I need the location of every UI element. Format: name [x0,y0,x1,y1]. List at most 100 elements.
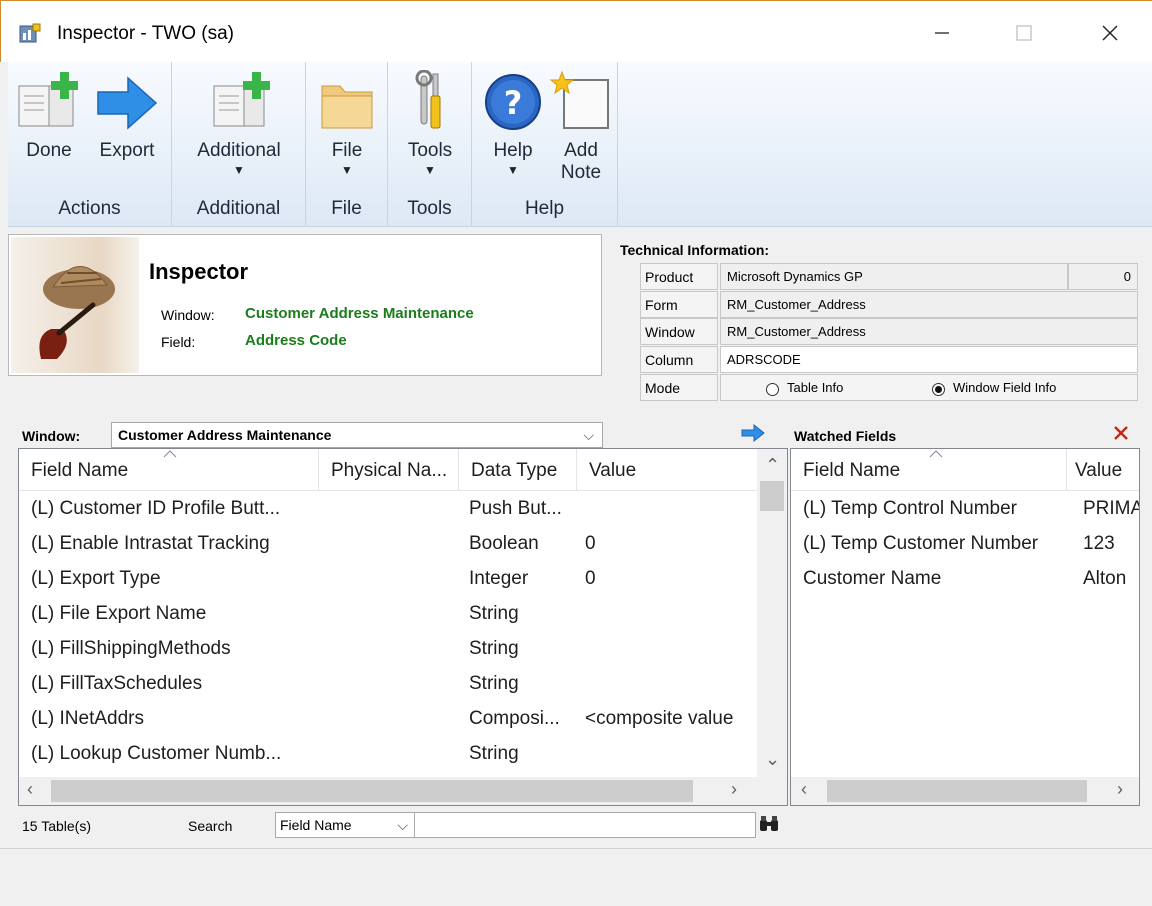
scroll-thumb[interactable] [827,780,1087,802]
scroll-right-icon[interactable]: › [731,779,737,800]
search-input[interactable] [414,812,756,838]
watch-field-button[interactable] [740,423,766,448]
table-row[interactable]: (L) Enable Intrastat Tracking Boolean 0 [19,526,757,561]
value-cell [585,491,757,526]
window-field-info-radio[interactable] [931,380,946,405]
column-header-data-type[interactable]: Data Type [459,449,577,491]
tools-icon [415,70,441,129]
search-by-value: Field Name [280,817,352,833]
watched-row[interactable]: (L) Temp Customer Number 123 [791,526,1139,561]
table-row[interactable]: (L) Customer ID Profile Butt... Push But… [19,491,757,526]
inspector-info-panel: Inspector Window: Customer Address Maint… [8,234,602,376]
maximize-button[interactable] [1001,15,1047,55]
scroll-up-icon[interactable]: ⌃ [765,455,780,476]
tech-row-product: Product Microsoft Dynamics GP 0 [640,263,1140,290]
watched-value-cell: PRIMA [1083,498,1139,519]
scroll-left-icon[interactable]: ‹ [801,779,807,800]
done-button[interactable]: Done [16,70,82,162]
field-name-cell: (L) Lookup Customer Numb... [31,743,282,764]
scroll-right-icon[interactable]: › [1117,779,1123,800]
file-label: File [331,140,363,161]
data-type-cell: String [469,638,519,659]
find-button[interactable] [758,814,780,839]
chevron-down-icon: ▼ [233,163,245,177]
watched-row[interactable]: Customer Name Alton [791,561,1139,596]
tech-row-mode: Mode Table Info Window Field Info [640,374,1140,401]
close-window-button[interactable] [1087,15,1133,55]
scroll-left-icon[interactable]: ‹ [27,779,33,800]
vertical-scrollbar[interactable]: ⌃ ⌄ [757,449,787,779]
minimize-button[interactable] [919,15,965,55]
value-cell: <composite value [585,708,734,729]
add-note-button[interactable]: Add Note [548,70,614,184]
horizontal-scrollbar[interactable]: ‹ › [19,777,787,805]
detective-image [11,237,139,373]
export-button[interactable]: Export [92,70,162,162]
fields-grid[interactable]: Field Name Physical Na... Data Type Valu… [18,448,788,806]
watched-horizontal-scrollbar[interactable]: ‹ › [791,777,1139,805]
field-name-value: Address Code [245,332,347,349]
table-row[interactable]: (L) INetAddrs Composi... <composite valu… [19,701,757,736]
watched-field-name-cell: Customer Name [803,568,942,589]
field-name-cell: (L) FillTaxSchedules [31,673,203,694]
table-info-radio[interactable] [765,380,780,405]
chevron-down-icon: ▼ [424,163,436,177]
watched-fields-grid[interactable]: Field Name Value (L) Temp Control Number… [790,448,1140,806]
help-button[interactable]: ? Help ▼ [480,70,546,176]
window-select-dropdown[interactable]: Customer Address Maintenance ⌵ [111,422,603,448]
ribbon-group-label-additional: Additional [196,198,281,219]
watched-value-cell: 123 [1083,533,1115,554]
file-button[interactable]: File ▼ [314,70,380,176]
watched-column-header-value[interactable]: Value [1067,449,1139,491]
window-select-label: Window: [22,428,81,444]
svg-text:?: ? [504,84,523,122]
field-name-cell: (L) Enable Intrastat Tracking [31,533,270,554]
ribbon: Done Export Actions Additional ▼ Additio… [8,62,1152,227]
column-header-value[interactable]: Value [577,449,759,491]
mode-label: Mode [640,374,718,401]
form-label: Form [640,291,718,318]
search-by-dropdown[interactable]: Field Name ⌵ [275,812,415,838]
ribbon-group-actions: Done Export Actions [8,62,172,227]
window-title: Inspector - TWO (sa) [57,23,235,44]
table-row[interactable]: (L) File Export Name String [19,596,757,631]
close-icon [1102,25,1118,41]
chevron-down-icon: ▼ [341,163,353,177]
help-label: Help [493,140,533,161]
field-name-cell: (L) Export Type [31,568,161,589]
field-name-cell: (L) FillShippingMethods [31,638,231,659]
field-name-cell: (L) File Export Name [31,603,207,624]
scroll-thumb[interactable] [51,780,693,802]
column-header-physical-name[interactable]: Physical Na... [319,449,459,491]
technical-info-title: Technical Information: [620,242,770,258]
scroll-thumb[interactable] [760,481,784,511]
folder-icon [321,85,373,129]
table-row[interactable]: (L) FillTaxSchedules String [19,666,757,701]
value-cell [585,596,757,631]
radio-checked-icon [932,383,945,396]
remove-watched-button[interactable] [1112,424,1130,447]
tech-window-value: RM_Customer_Address [720,318,1138,345]
window-name-value: Customer Address Maintenance [245,305,474,322]
right-arrow-icon [741,423,765,443]
table-info-label: Table Info [787,380,844,395]
tools-button[interactable]: Tools ▼ [396,70,464,176]
ribbon-group-label-actions: Actions [58,198,121,219]
table-row[interactable]: (L) FillShippingMethods String [19,631,757,666]
data-type-cell: Push But... [469,498,562,519]
field-name-cell: (L) INetAddrs [31,708,144,729]
ribbon-group-label-tools: Tools [407,198,452,219]
tables-count: 15 Table(s) [22,818,92,834]
watched-row[interactable]: (L) Temp Control Number PRIMA [791,491,1139,526]
ribbon-group-additional: Additional ▼ Additional [172,62,306,227]
data-type-cell: String [469,673,519,694]
product-label: Product [640,263,718,290]
tech-row-form: Form RM_Customer_Address [640,291,1140,318]
additional-button[interactable]: Additional ▼ [186,70,292,176]
scroll-down-icon[interactable]: ⌄ [765,749,780,770]
watched-field-name-cell: (L) Temp Control Number [803,498,1018,519]
table-row[interactable]: (L) Lookup Customer Numb... String [19,736,757,771]
binoculars-icon [760,816,778,831]
table-row[interactable]: (L) Export Type Integer 0 [19,561,757,596]
add-note-label-line2: Note [560,162,602,183]
